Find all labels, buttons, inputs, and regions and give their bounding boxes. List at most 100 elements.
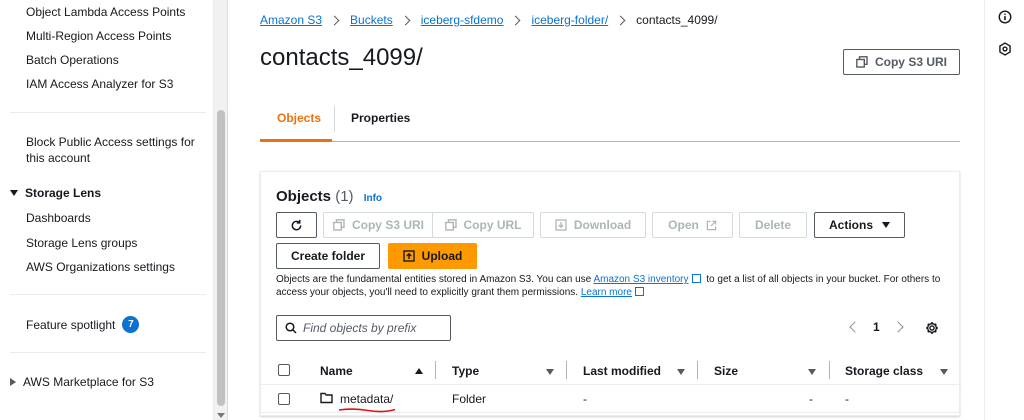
- chevron-right-icon: [511, 15, 521, 25]
- delete-button[interactable]: Delete: [739, 212, 807, 238]
- sidebar-scrollbar[interactable]: [214, 0, 228, 420]
- button-label: Upload: [421, 249, 463, 263]
- column-divider[interactable]: [435, 361, 436, 379]
- actions-dropdown-button[interactable]: Actions: [814, 212, 905, 238]
- button-label: Actions: [828, 218, 873, 232]
- gear-icon[interactable]: [925, 321, 939, 335]
- sidebar-section-label: AWS Marketplace for S3: [23, 375, 154, 389]
- select-all-checkbox[interactable]: [278, 364, 290, 376]
- column-divider[interactable]: [829, 361, 830, 379]
- red-underline-annotation: [338, 408, 396, 413]
- column-header-size[interactable]: Size: [714, 364, 738, 378]
- column-divider[interactable]: [566, 361, 567, 379]
- sidebar-item-dashboards[interactable]: Dashboards: [26, 210, 91, 226]
- chevron-left-icon[interactable]: [849, 321, 861, 333]
- page-title: contacts_4099/: [260, 44, 423, 71]
- sidebar-divider: [10, 112, 206, 113]
- external-link-icon: [691, 274, 701, 283]
- scrollbar-thumb[interactable]: [217, 110, 225, 406]
- info-link[interactable]: Info: [364, 193, 382, 204]
- external-link-icon: [706, 220, 717, 230]
- create-folder-button[interactable]: Create folder: [276, 243, 380, 269]
- sort-ascending-icon[interactable]: [415, 368, 423, 374]
- column-header-storage-class[interactable]: Storage class: [845, 364, 923, 378]
- sidebar-divider: [10, 294, 206, 295]
- upload-icon: [402, 250, 415, 262]
- panel-header: Objects (1) Info: [276, 188, 382, 205]
- sidebar-section-marketplace[interactable]: AWS Marketplace for S3: [10, 375, 154, 389]
- right-tools-rail: [984, 0, 1024, 420]
- open-button[interactable]: Open: [652, 212, 733, 238]
- sidebar-item-label: Block Public Access settings for: [26, 135, 195, 149]
- s3-inventory-link[interactable]: Amazon S3 inventory: [593, 274, 688, 285]
- sidebar-divider: [10, 352, 206, 353]
- column-header-type[interactable]: Type: [452, 364, 479, 378]
- copy-s3-uri-button[interactable]: Copy S3 URI: [843, 49, 960, 75]
- caret-down-icon: [10, 190, 18, 196]
- sort-icon[interactable]: [940, 369, 948, 375]
- objects-panel: Objects (1) Info Copy S3 URI Copy URL Do…: [260, 171, 961, 416]
- object-storage-class: -: [845, 392, 849, 406]
- object-size: -: [809, 392, 813, 406]
- sidebar-item-iam-access-analyzer[interactable]: IAM Access Analyzer for S3: [26, 76, 173, 92]
- button-label: Copy URL: [463, 218, 522, 232]
- sidebar-nav: Object Lambda Access Points Multi-Region…: [0, 0, 214, 420]
- sidebar-item-storage-lens-groups[interactable]: Storage Lens groups: [26, 235, 137, 251]
- info-icon[interactable]: [998, 10, 1012, 24]
- upload-button[interactable]: Upload: [388, 243, 477, 269]
- sort-icon[interactable]: [808, 369, 816, 375]
- row-checkbox[interactable]: [278, 393, 290, 405]
- search-box: [276, 315, 451, 341]
- column-header-last-modified[interactable]: Last modified: [583, 364, 661, 378]
- refresh-button[interactable]: [276, 212, 317, 238]
- search-input[interactable]: [303, 321, 443, 335]
- hexagon-settings-icon[interactable]: [998, 42, 1012, 56]
- chevron-right-icon: [400, 15, 411, 25]
- caret-down-icon: [882, 222, 890, 228]
- scroll-down-arrow-icon[interactable]: [217, 413, 225, 418]
- breadcrumb-link-amazon-s3[interactable]: Amazon S3: [260, 13, 322, 27]
- breadcrumb-current: contacts_4099/: [636, 13, 718, 27]
- sidebar-item-batch-operations[interactable]: Batch Operations: [26, 52, 119, 68]
- notification-badge: 7: [122, 316, 140, 333]
- object-last-modified: -: [583, 392, 587, 406]
- sidebar-section-storage-lens[interactable]: Storage Lens: [10, 186, 101, 200]
- sort-icon[interactable]: [546, 369, 554, 375]
- copy-icon: [333, 219, 345, 231]
- breadcrumb-link-bucket[interactable]: iceberg-sfdemo: [421, 13, 504, 27]
- sort-icon[interactable]: [677, 369, 685, 375]
- download-button[interactable]: Download: [540, 212, 646, 238]
- column-header-name[interactable]: Name: [320, 364, 353, 378]
- copy-s3-uri-table-button[interactable]: Copy S3 URI: [323, 212, 434, 238]
- breadcrumb-link-buckets[interactable]: Buckets: [350, 13, 393, 27]
- sidebar-item-feature-spotlight[interactable]: Feature spotlight 7: [26, 316, 140, 333]
- main-content: Amazon S3 Buckets iceberg-sfdemo iceberg…: [229, 0, 984, 420]
- download-icon: [555, 219, 567, 231]
- copy-url-button[interactable]: Copy URL: [432, 212, 534, 238]
- sidebar-item-object-lambda-access-points[interactable]: Object Lambda Access Points: [26, 4, 185, 20]
- column-divider[interactable]: [697, 361, 698, 379]
- tab-objects[interactable]: Objects: [277, 111, 321, 125]
- sidebar-item-aws-organizations-settings[interactable]: AWS Organizations settings: [26, 259, 175, 275]
- active-tab-indicator: [260, 139, 332, 142]
- object-count: (1): [335, 188, 354, 205]
- chevron-right-icon: [615, 15, 626, 25]
- breadcrumb-link-folder[interactable]: iceberg-folder/: [531, 13, 608, 27]
- button-label: Delete: [754, 218, 792, 232]
- tab-properties[interactable]: Properties: [351, 111, 410, 125]
- sidebar-item-block-public-access[interactable]: Block Public Access settings for this ac…: [26, 134, 195, 166]
- sidebar-item-label: Feature spotlight: [26, 317, 116, 332]
- tab-divider: [334, 106, 335, 132]
- chevron-right-icon[interactable]: [892, 321, 904, 333]
- learn-more-link[interactable]: Learn more: [581, 287, 632, 298]
- object-name-link[interactable]: metadata/: [340, 392, 393, 406]
- copy-icon: [444, 219, 457, 231]
- table-row: metadata/ Folder - - -: [261, 385, 961, 413]
- table-header: Name Type Last modified Size Storage cla…: [261, 355, 961, 385]
- object-type: Folder: [452, 392, 487, 406]
- refresh-icon: [291, 219, 302, 230]
- button-label: Create folder: [290, 249, 366, 263]
- sidebar-item-multi-region-access-points[interactable]: Multi-Region Access Points: [26, 28, 171, 44]
- page-number[interactable]: 1: [873, 320, 880, 334]
- description-text: Objects are the fundamental entities sto…: [276, 274, 592, 285]
